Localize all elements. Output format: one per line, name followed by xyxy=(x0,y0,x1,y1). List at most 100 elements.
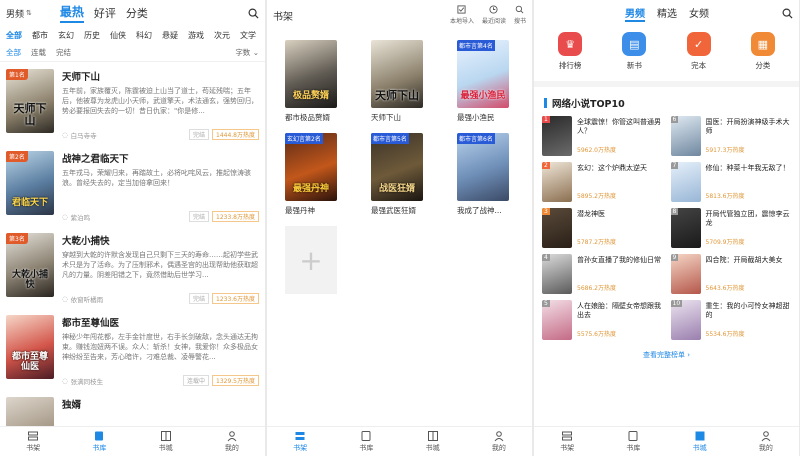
shelf-book[interactable]: 都市言第4名 最强小渔民 最强小渔民 xyxy=(457,40,509,123)
book-title: 最强武医狂婿 xyxy=(371,206,416,215)
heat-text: 5787.2万热度 xyxy=(577,239,616,246)
list-item[interactable]: 7 修仙：种菜十年我无敌了！ 5813.6万热度 xyxy=(670,162,792,202)
tab-featured[interactable]: 精选 xyxy=(657,5,677,22)
bookstore-icon xyxy=(427,431,438,441)
trophy-icon: ♛ xyxy=(558,32,583,56)
category-mystery[interactable]: 悬疑 xyxy=(162,30,178,41)
view-full-list-link[interactable]: 查看完整榜单 › xyxy=(534,350,799,360)
cover-title: 天师下山 xyxy=(13,101,47,127)
book-title: 战神之君临天下 xyxy=(62,154,129,165)
book-title: 都市极品赘婿 xyxy=(285,113,330,122)
filter-all[interactable]: 全部 xyxy=(6,47,21,58)
list-item[interactable]: 1 全球震惊！你管这叫普通男人？ 5962.0万热度 xyxy=(542,116,663,156)
book-description: 五年前，家族覆灭，陈霆被迫上山当了道士，苟延残喘；五年后，他被尊为龙虎山小天师，… xyxy=(62,87,258,116)
book-title: 修仙：种菜十年我无敌了！ xyxy=(705,164,790,172)
book-cover xyxy=(6,397,54,427)
entry-completed[interactable]: ✓ 完本 xyxy=(686,32,711,71)
entry-label: 分类 xyxy=(755,61,771,70)
search-icon[interactable] xyxy=(782,8,793,19)
tabbar-mine[interactable]: 我的 xyxy=(759,430,773,453)
list-item[interactable]: 3 潜龙神医 5787.2万热度 xyxy=(542,208,663,248)
category-xianxia[interactable]: 仙侠 xyxy=(110,30,126,41)
list-item[interactable]: 10 重生：我的小可怜女神超甜的 5534.6万热度 xyxy=(670,300,792,340)
search-book-button[interactable]: 搜书 xyxy=(514,5,526,25)
tabbar-library[interactable]: 书库 xyxy=(626,430,640,453)
list-item[interactable]: 5 人在娘胎：隔壁女帝想跟我出去 5575.6万热度 xyxy=(542,300,663,340)
bottom-tabbar: 书架 书库 书城 我的 xyxy=(0,426,265,456)
rank-badge: 都市言第5名 xyxy=(371,133,409,144)
list-item[interactable]: 第1名 天师下山 天师下山 五年前，家族覆灭，陈霆被迫上山当了道士，苟延残喘；五… xyxy=(0,62,265,144)
top10-list: 1 全球震惊！你管这叫普通男人？ 5962.0万热度 6 国医：开局扮演神级手术大… xyxy=(534,116,799,340)
list-item[interactable]: 6 国医：开局扮演神级手术大师 5917.3万热度 xyxy=(670,116,792,156)
category-scifi[interactable]: 科幻 xyxy=(136,30,152,41)
list-item[interactable]: 4 曾孙女直播了我的修仙日常 5686.2万热度 xyxy=(542,254,663,294)
tab-hottest[interactable]: 最热 xyxy=(59,3,84,23)
entry-category[interactable]: ▦ 分类 xyxy=(750,32,775,71)
tabbar-bookstore[interactable]: 书城 xyxy=(693,430,707,453)
author-icon: ◌ xyxy=(62,376,68,385)
list-item[interactable]: 8 开局代管独立团，震惊李云龙 5709.9万热度 xyxy=(670,208,792,248)
author-icon: ◌ xyxy=(62,130,68,139)
tab-female[interactable]: 女频 xyxy=(689,5,709,22)
book-cover: 第2名 君临天下 xyxy=(6,151,54,215)
category-history[interactable]: 历史 xyxy=(84,30,100,41)
list-item[interactable]: 独婿 xyxy=(0,390,265,430)
entry-ranking[interactable]: ♛ 排行榜 xyxy=(558,32,583,71)
book-description: 穿越到大乾的许默含发现自己只剩下三天的寿命……起初学些武术只是为了活命。为了压制… xyxy=(62,251,258,280)
filter-finished[interactable]: 完结 xyxy=(56,47,71,58)
book-title: 曾孙女直播了我的修仙日常 xyxy=(577,256,661,264)
gender-switch[interactable]: 男频 xyxy=(6,7,24,20)
tabbar-bookshelf[interactable]: 书架 xyxy=(293,430,307,453)
tabbar-label: 书架 xyxy=(560,444,575,452)
filter-ongoing[interactable]: 连载 xyxy=(31,47,46,58)
rank-badge: 都市言第4名 xyxy=(457,40,495,51)
import-button[interactable]: 本地导入 xyxy=(450,5,474,25)
sort-label: 字数 xyxy=(235,48,251,57)
book-cover: 8 xyxy=(670,208,701,248)
book-title: 重生：我的小可怜女神超甜的 xyxy=(705,302,790,320)
tabbar-library[interactable]: 书库 xyxy=(359,430,373,453)
list-item[interactable]: 都市至尊仙医 都市至尊仙医 神秘少年闯花都，左手金针度世，右手长剑破敌，念头通达… xyxy=(0,308,265,390)
tab-male[interactable]: 男频 xyxy=(625,5,645,22)
shelf-book[interactable]: 都市言第5名 战医狂婿 最强武医狂婿 xyxy=(371,133,423,216)
quick-entries: ♛ 排行榜 ▤ 新书 ✓ 完本 ▦ 分类 xyxy=(534,26,799,71)
category-game[interactable]: 游戏 xyxy=(188,30,204,41)
list-item[interactable]: 第3名 大乾小捕快 大乾小捕快 穿越到大乾的许默含发现自己只剩下三天的寿命……起… xyxy=(0,226,265,308)
rank-number: 8 xyxy=(670,208,679,215)
tabbar-bookshelf[interactable]: 书架 xyxy=(560,430,574,453)
tabbar-mine[interactable]: 我的 xyxy=(225,430,239,453)
tabbar-bookstore[interactable]: 书城 xyxy=(426,430,440,453)
search-icon[interactable] xyxy=(248,8,259,19)
list-item[interactable]: 2 玄幻：这个炉鼎太逆天 5895.2万热度 xyxy=(542,162,663,202)
shelf-book[interactable]: 天师下山 天师下山 xyxy=(371,40,423,123)
book-title: 都市至尊仙医 xyxy=(62,318,120,329)
book-title: 玄幻：这个炉鼎太逆天 xyxy=(577,164,647,172)
recent-button[interactable]: 最近阅读 xyxy=(482,5,506,25)
shelf-book[interactable]: 玄幻言第2名 最强丹神 最强丹神 xyxy=(285,133,337,216)
category-urban[interactable]: 都市 xyxy=(32,30,48,41)
search-icon xyxy=(516,5,524,14)
tabbar-mine[interactable]: 我的 xyxy=(492,430,506,453)
check-icon: ✓ xyxy=(686,32,711,56)
sort-dropdown[interactable]: 字数 ⌄ xyxy=(235,47,259,58)
shelf-book[interactable]: 都市言第6名 我成了战神... xyxy=(457,133,509,216)
book-title: 最强丹神 xyxy=(285,206,315,215)
book-author: 白马寺寺 xyxy=(70,131,97,140)
tabbar-bookstore[interactable]: 书城 xyxy=(159,430,173,453)
entry-new-books[interactable]: ▤ 新书 xyxy=(622,32,647,71)
add-book-button[interactable]: + xyxy=(285,226,337,294)
tab-category[interactable]: 分类 xyxy=(126,5,148,21)
shelf-book[interactable]: 极品赘婿 都市极品赘婿 xyxy=(285,40,337,123)
book-cover: 都市至尊仙医 xyxy=(6,315,54,379)
tab-rated[interactable]: 好评 xyxy=(94,5,116,21)
tabbar-bookshelf[interactable]: 书架 xyxy=(26,430,40,453)
category-acg[interactable]: 次元 xyxy=(214,30,230,41)
category-literature[interactable]: 文学 xyxy=(240,30,256,41)
tabbar-label: 书库 xyxy=(359,444,374,452)
list-item[interactable]: 9 四合院：开局截胡大美女 5643.6万热度 xyxy=(670,254,792,294)
category-fantasy[interactable]: 玄幻 xyxy=(58,30,74,41)
tabbar-library[interactable]: 书库 xyxy=(92,430,106,453)
list-item[interactable]: 第2名 君临天下 战神之君临天下 五年戎马，荣耀归来，再踏故土，必将叱咤风云，推… xyxy=(0,144,265,226)
top-bar: 男频 精选 女频 xyxy=(534,0,799,26)
category-all[interactable]: 全部 xyxy=(6,30,22,41)
